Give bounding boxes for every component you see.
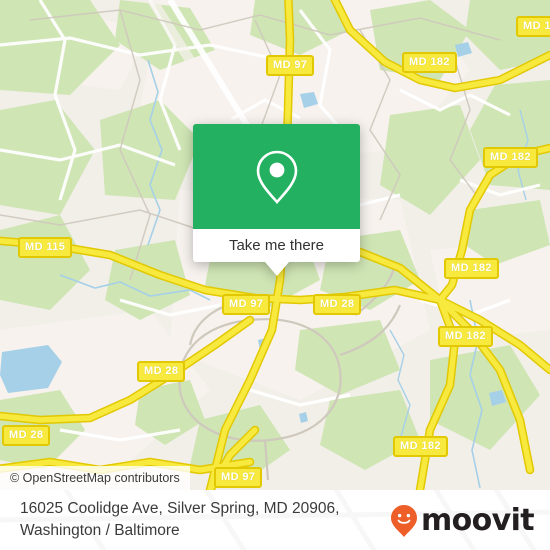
road-shield: MD 97 xyxy=(222,294,271,315)
road-shield: MD 28 xyxy=(2,425,51,446)
road-shield: MD 182 xyxy=(393,436,448,457)
location-pin-icon xyxy=(256,150,297,204)
location-address: 16025 Coolidge Ave, Silver Spring, MD 20… xyxy=(20,498,400,542)
address-line-2: Washington / Baltimore xyxy=(20,522,180,539)
footer-bar: 16025 Coolidge Ave, Silver Spring, MD 20… xyxy=(0,490,550,550)
openstreetmap-attribution[interactable]: © OpenStreetMap contributors xyxy=(0,466,190,490)
road-shield: MD 28 xyxy=(313,294,362,315)
take-me-there-button[interactable]: Take me there xyxy=(193,229,360,262)
moovit-smiley-pin-icon xyxy=(390,505,417,537)
card-pointer-arrow xyxy=(264,262,289,276)
road-shield: MD 182 xyxy=(438,326,493,347)
address-line-1: 16025 Coolidge Ave, Silver Spring, MD 20… xyxy=(20,500,340,517)
card-pin-panel xyxy=(193,124,360,229)
road-shield: MD 115 xyxy=(18,237,73,258)
road-shield: MD 108 xyxy=(516,16,550,37)
moovit-location-card-screenshot: MD 97 MD 182 MD 108 MD 182 MD 182 MD 182 MD 18… xyxy=(0,0,550,550)
take-me-there-card[interactable]: Take me there xyxy=(193,124,360,276)
road-shield: MD 182 xyxy=(444,258,499,279)
road-shield: MD 97 xyxy=(214,467,263,488)
moovit-logo[interactable]: moovit xyxy=(390,503,535,538)
moovit-wordmark: moovit xyxy=(420,503,535,538)
road-shield: MD 28 xyxy=(137,361,186,382)
road-shield: MD 182 xyxy=(483,147,538,168)
road-shield: MD 182 xyxy=(402,52,457,73)
road-shield: MD 97 xyxy=(266,55,315,76)
